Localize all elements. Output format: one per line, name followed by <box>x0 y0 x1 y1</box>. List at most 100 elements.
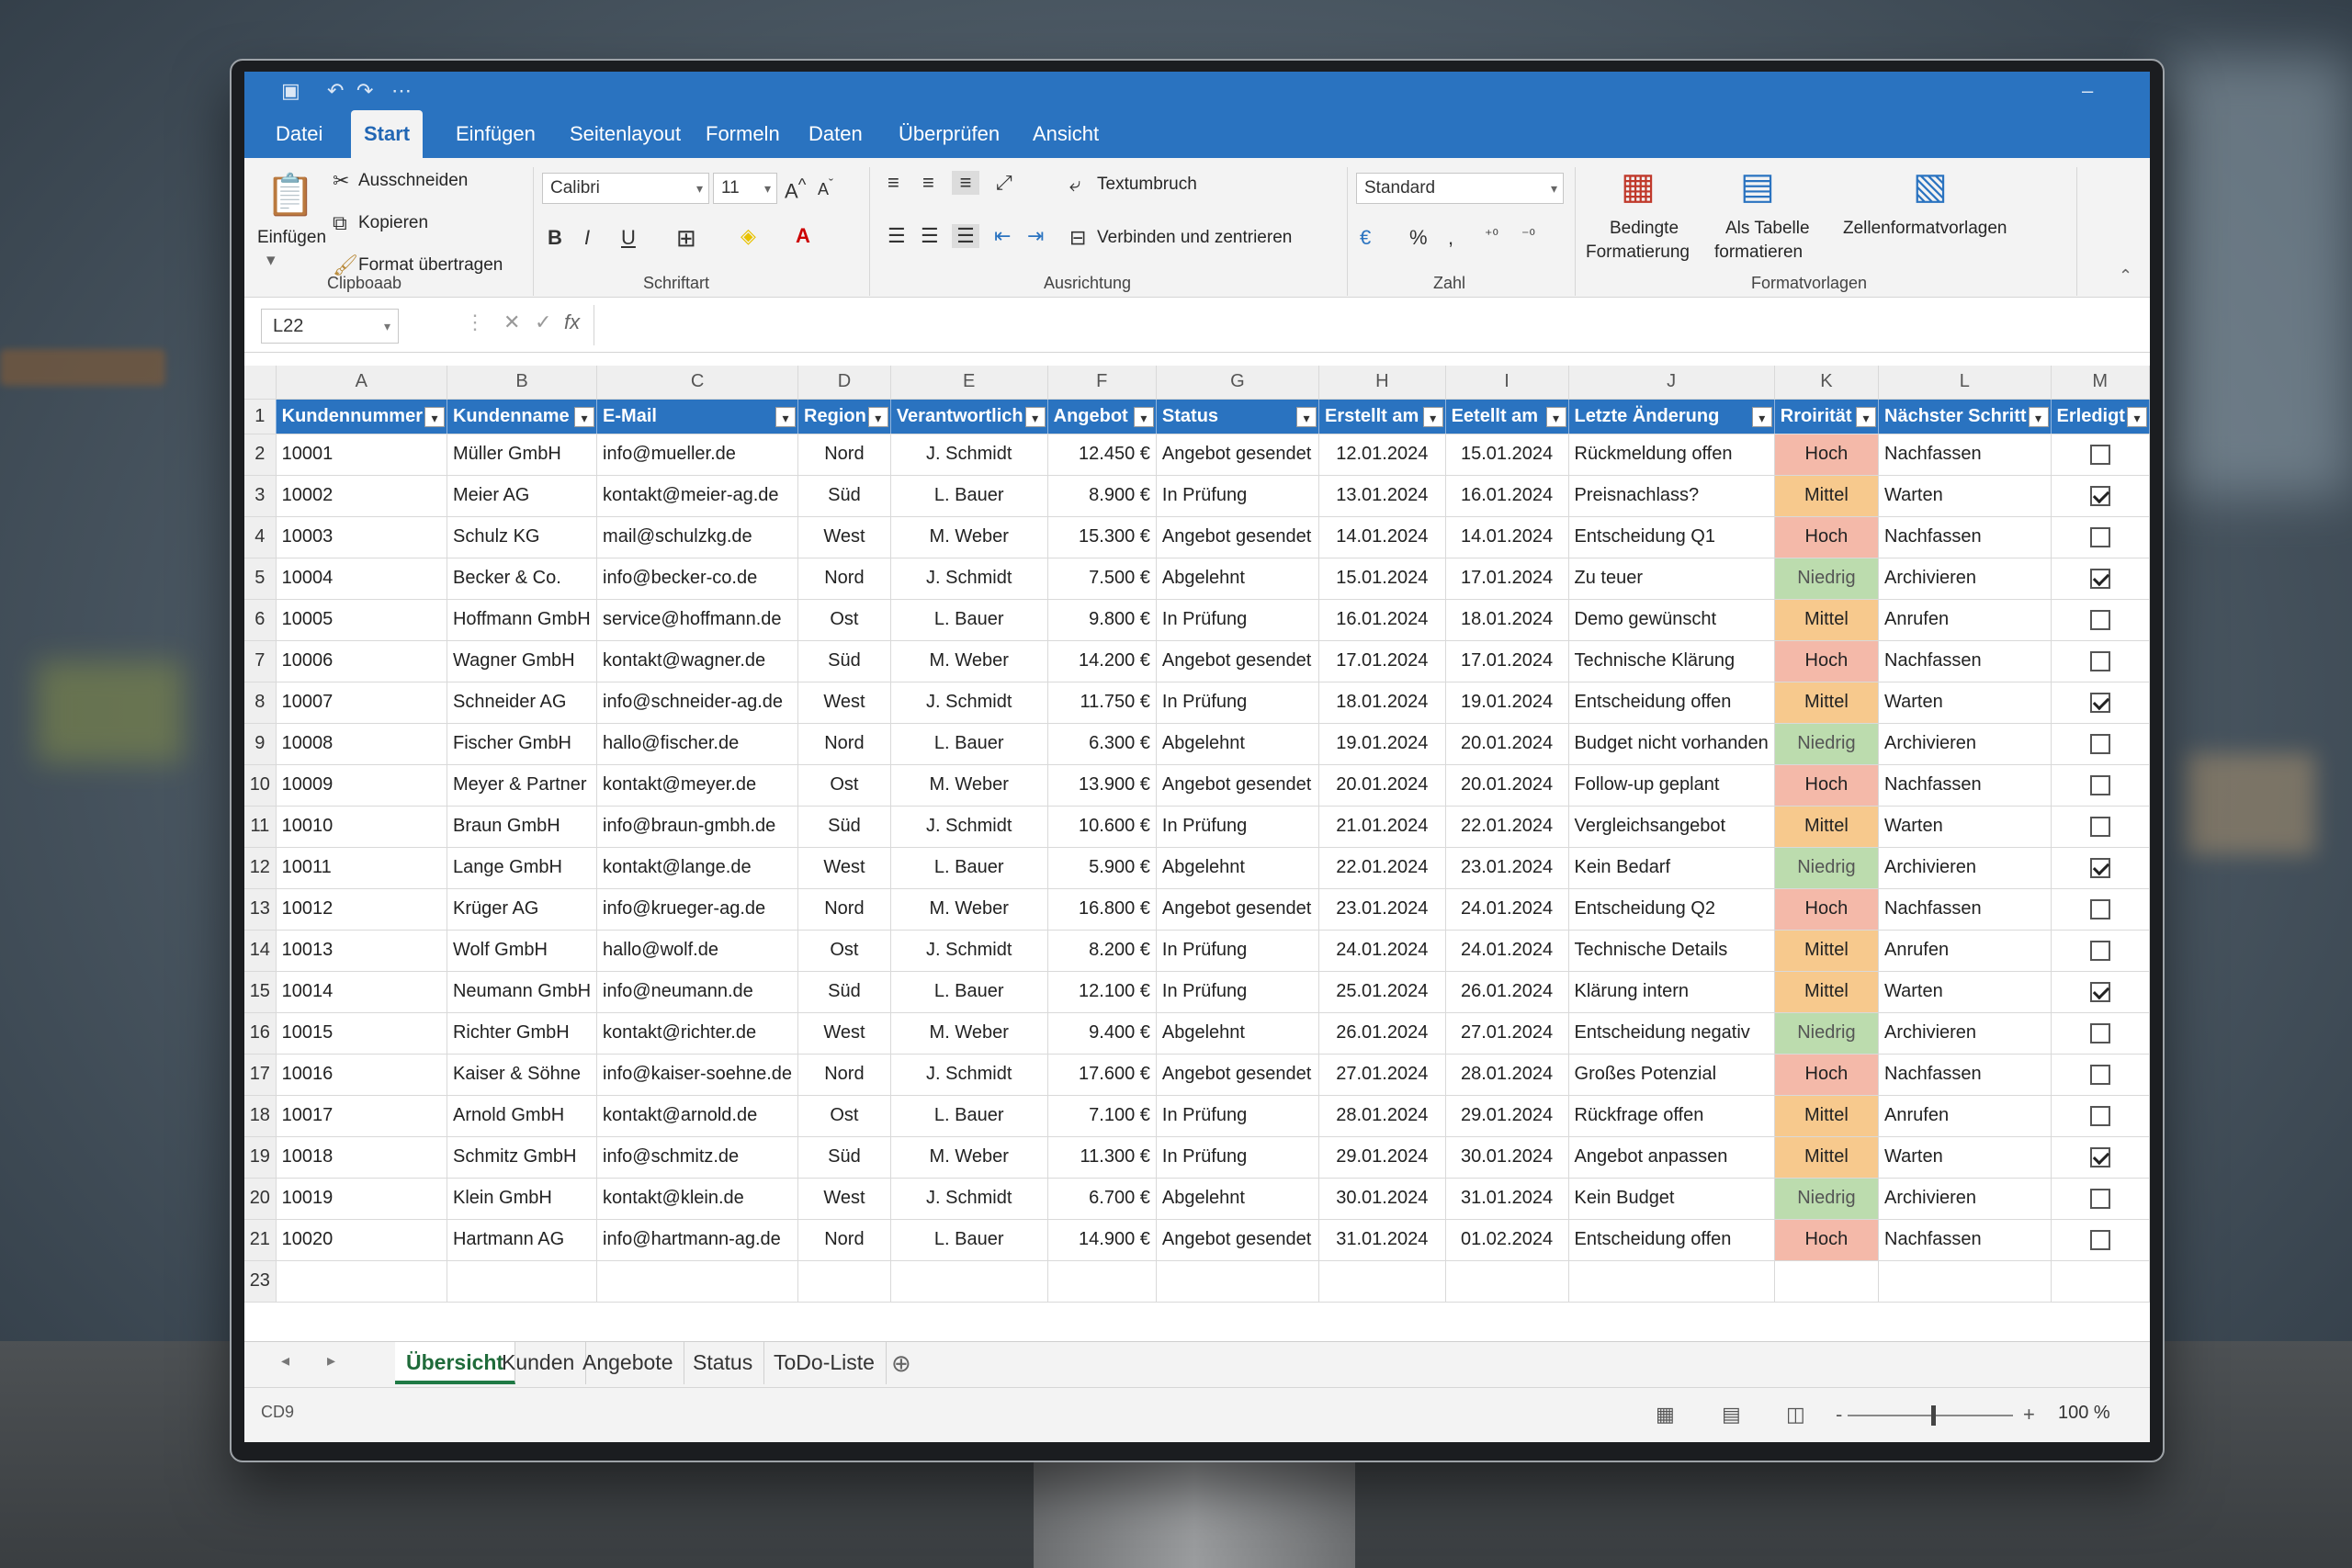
cell-name[interactable]: Schulz KG <box>447 516 598 558</box>
cell-offer[interactable]: 10.600 € <box>1047 806 1157 848</box>
cell-edited[interactable]: 15.01.2024 <box>1445 434 1569 476</box>
add-sheet-icon[interactable]: ⊕ <box>891 1349 911 1378</box>
cell-status[interactable]: Angebot gesendet <box>1156 764 1320 807</box>
cell-owner[interactable]: J. Schmidt <box>890 806 1048 848</box>
cell-id[interactable]: 10014 <box>276 971 447 1013</box>
number-format-combo[interactable]: Standard <box>1356 173 1564 204</box>
cell-prio[interactable]: Hoch <box>1774 764 1880 807</box>
cell-status[interactable]: Angebot gesendet <box>1156 1219 1320 1261</box>
cell-edited[interactable]: 24.01.2024 <box>1445 888 1569 931</box>
cell-id[interactable]: 10018 <box>276 1136 447 1179</box>
cell-change[interactable]: Demo gewünscht <box>1568 599 1775 641</box>
cell-prio[interactable]: Mittel <box>1774 1095 1880 1137</box>
sheet-tab-todo[interactable]: ToDo-Liste <box>763 1342 887 1384</box>
cell-status[interactable]: In Prüfung <box>1156 971 1320 1013</box>
filter-dropdown-icon[interactable]: ▾ <box>775 406 797 427</box>
cell-done[interactable] <box>2051 434 2150 476</box>
cell-next[interactable]: Nachfassen <box>1878 888 2052 931</box>
cell-owner[interactable]: M. Weber <box>890 764 1048 807</box>
cell-created[interactable]: 15.01.2024 <box>1318 558 1446 600</box>
cell-next[interactable]: Archivieren <box>1878 847 2052 889</box>
cell-edited[interactable]: 24.01.2024 <box>1445 930 1569 972</box>
row-header[interactable]: 13 <box>244 888 277 931</box>
page-break-view-icon[interactable]: ◫ <box>1786 1403 1805 1427</box>
conditional-format-label-1[interactable]: Bedingte <box>1610 219 1679 239</box>
cell-id[interactable]: 10006 <box>276 640 447 682</box>
cell-id[interactable]: 10003 <box>276 516 447 558</box>
cell-created[interactable]: 30.01.2024 <box>1318 1178 1446 1220</box>
undo-icon[interactable]: ↶ <box>327 79 344 103</box>
cell-mail[interactable]: info@braun-gmbh.de <box>596 806 799 848</box>
done-checkbox[interactable] <box>2089 1229 2110 1250</box>
done-checkbox[interactable] <box>2089 568 2110 589</box>
cell-prio[interactable]: Mittel <box>1774 1136 1880 1179</box>
done-checkbox[interactable] <box>2089 444 2110 465</box>
column-header[interactable]: H <box>1318 366 1446 400</box>
cell-id[interactable]: 10019 <box>276 1178 447 1220</box>
cell-mail[interactable]: mail@schulzkg.de <box>596 516 799 558</box>
cell-edited[interactable]: 18.01.2024 <box>1445 599 1569 641</box>
cell-change[interactable]: Zu teuer <box>1568 558 1775 600</box>
row-header[interactable]: 14 <box>244 930 277 972</box>
row-header[interactable]: 19 <box>244 1136 277 1179</box>
cell-mail[interactable]: kontakt@klein.de <box>596 1178 799 1220</box>
cell-change[interactable]: Kein Bedarf <box>1568 847 1775 889</box>
row-header[interactable]: 6 <box>244 599 277 641</box>
normal-view-icon[interactable]: ▦ <box>1656 1403 1675 1427</box>
cell-offer[interactable]: 7.500 € <box>1047 558 1157 600</box>
cell-region[interactable]: Nord <box>797 888 891 931</box>
cell-created[interactable]: 14.01.2024 <box>1318 516 1446 558</box>
cell-id[interactable]: 10002 <box>276 475 447 517</box>
cell-offer[interactable]: 15.300 € <box>1047 516 1157 558</box>
cell-done[interactable] <box>2051 1219 2150 1261</box>
cell-mail[interactable]: kontakt@meier-ag.de <box>596 475 799 517</box>
cell-done[interactable] <box>2051 1136 2150 1179</box>
cell-region[interactable]: West <box>797 847 891 889</box>
decrease-decimal-icon[interactable]: ⁻⁰ <box>1521 226 1535 244</box>
row-header[interactable]: 16 <box>244 1012 277 1055</box>
cell-empty[interactable] <box>2051 1260 2150 1303</box>
align-right-icon[interactable]: ☰ <box>952 224 979 248</box>
table-header-cell[interactable]: Region ▾ <box>797 399 891 434</box>
table-header-cell[interactable]: Rroirität ▾ <box>1774 399 1880 434</box>
paste-dropdown-icon[interactable]: ▾ <box>266 250 276 271</box>
cell-created[interactable]: 21.01.2024 <box>1318 806 1446 848</box>
zoom-slider-thumb[interactable] <box>1931 1405 1936 1426</box>
align-middle-icon[interactable]: ≡ <box>922 171 934 195</box>
align-bottom-icon[interactable]: ≡ <box>952 171 979 195</box>
cell-offer[interactable]: 5.900 € <box>1047 847 1157 889</box>
done-checkbox[interactable] <box>2089 1188 2110 1209</box>
cell-empty[interactable] <box>1568 1260 1775 1303</box>
fill-color-icon[interactable]: ◈ <box>741 224 756 248</box>
done-checkbox[interactable] <box>2089 940 2110 961</box>
cell-done[interactable] <box>2051 806 2150 848</box>
cell-done[interactable] <box>2051 723 2150 765</box>
cell-offer[interactable]: 7.100 € <box>1047 1095 1157 1137</box>
zoom-slider[interactable] <box>1848 1415 2013 1416</box>
cell-status[interactable]: In Prüfung <box>1156 682 1320 724</box>
next-sheet-icon[interactable]: ▸ <box>327 1351 335 1371</box>
cell-mail[interactable]: kontakt@meyer.de <box>596 764 799 807</box>
cell-mail[interactable]: info@kaiser-soehne.de <box>596 1054 799 1096</box>
italic-button[interactable]: I <box>584 226 590 250</box>
done-checkbox[interactable] <box>2089 816 2110 837</box>
paste-icon[interactable]: 📋 <box>263 171 318 224</box>
cell-prio[interactable]: Hoch <box>1774 1219 1880 1261</box>
done-checkbox[interactable] <box>2089 981 2110 1002</box>
cell-mail[interactable]: info@mueller.de <box>596 434 799 476</box>
cell-created[interactable]: 25.01.2024 <box>1318 971 1446 1013</box>
done-checkbox[interactable] <box>2089 1064 2110 1085</box>
filter-dropdown-icon[interactable]: ▾ <box>1856 406 1877 427</box>
cell-prio[interactable]: Mittel <box>1774 930 1880 972</box>
cell-edited[interactable]: 19.01.2024 <box>1445 682 1569 724</box>
cell-created[interactable]: 18.01.2024 <box>1318 682 1446 724</box>
cell-status[interactable]: Abgelehnt <box>1156 1012 1320 1055</box>
thousands-icon[interactable]: , <box>1448 226 1453 250</box>
cell-status[interactable]: Abgelehnt <box>1156 847 1320 889</box>
table-header-cell[interactable]: Letzte Änderung ▾ <box>1568 399 1775 434</box>
cell-owner[interactable]: M. Weber <box>890 1136 1048 1179</box>
cell-change[interactable]: Kein Budget <box>1568 1178 1775 1220</box>
cell-id[interactable]: 10012 <box>276 888 447 931</box>
tab-ueberpruefen[interactable]: Überprüfen <box>886 110 1012 158</box>
cell-region[interactable]: Süd <box>797 971 891 1013</box>
